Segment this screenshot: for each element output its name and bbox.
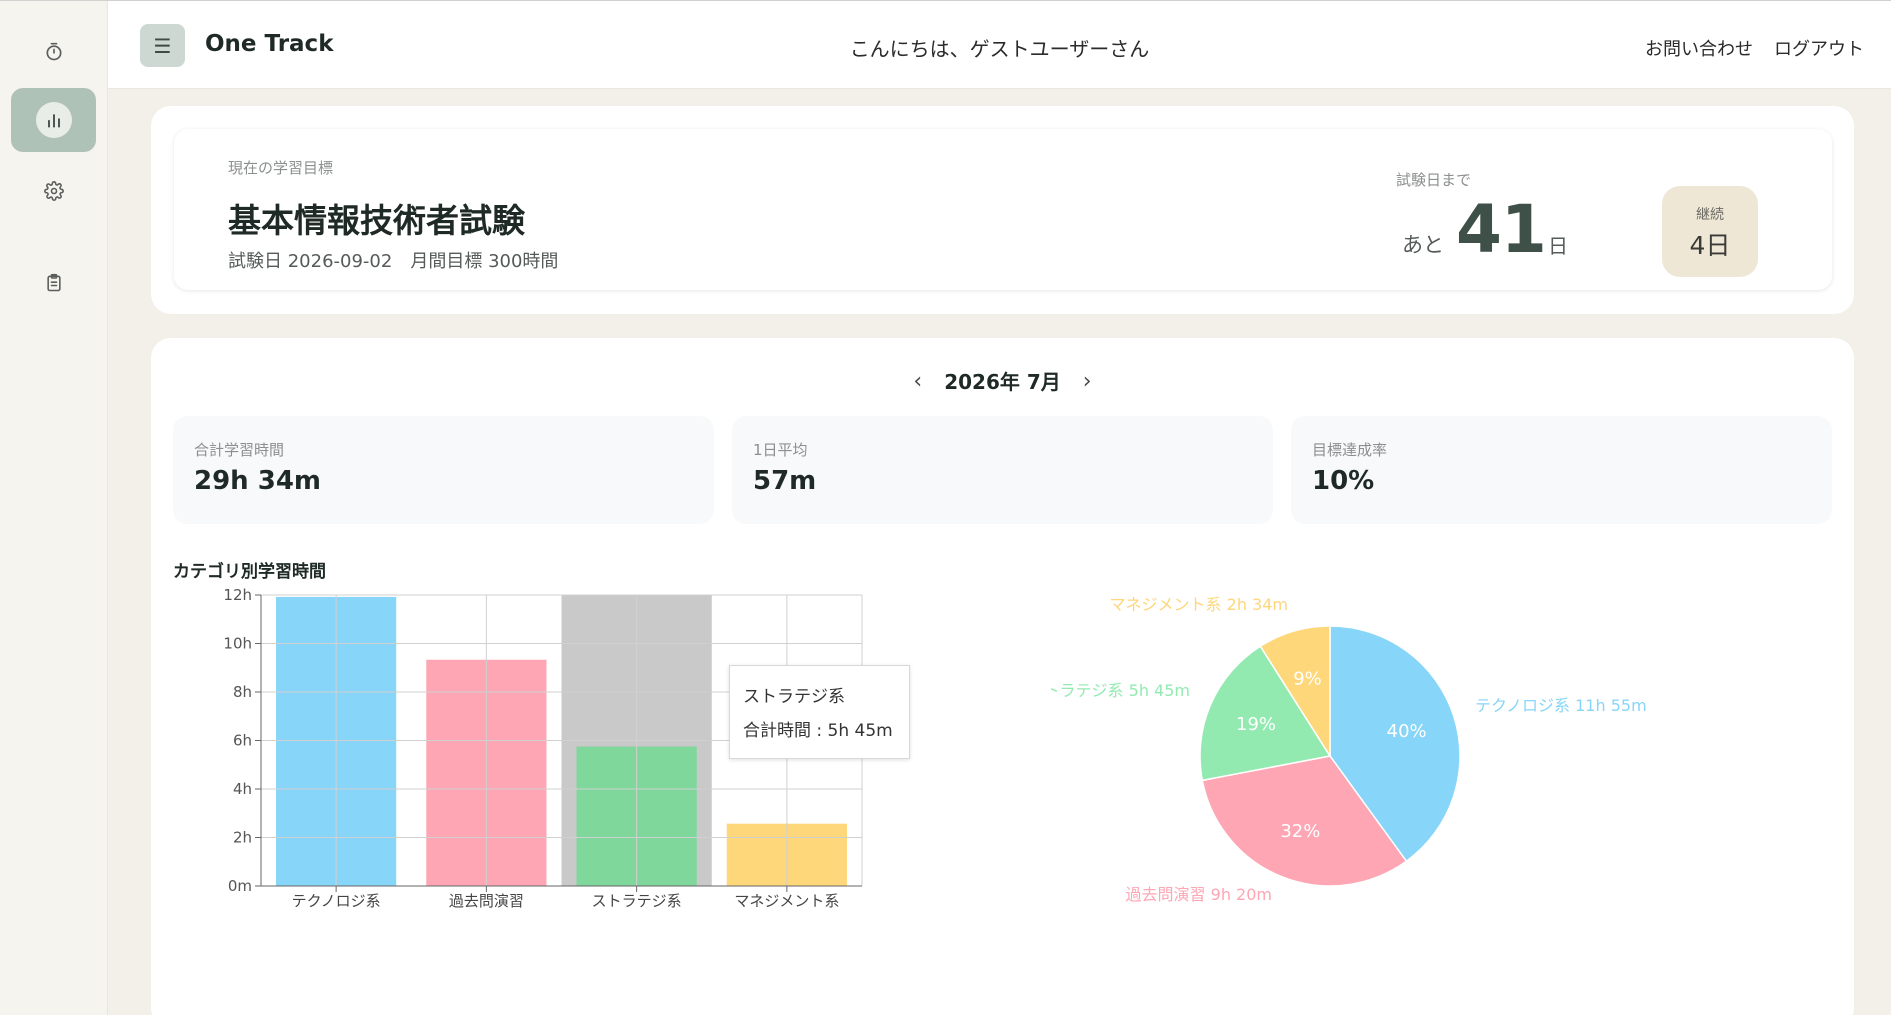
gear-icon	[43, 181, 64, 201]
next-month-icon[interactable]: ›	[1083, 369, 1092, 394]
logout-link[interactable]: ログアウト	[1774, 35, 1864, 61]
stat-value: 29h 34m	[194, 466, 322, 496]
slice-percent-label: 9%	[1293, 669, 1322, 690]
current-month: 2026年 7月	[944, 370, 1061, 394]
sidebar-item-stats[interactable]	[11, 88, 96, 152]
y-tick-label: 4h	[233, 780, 252, 798]
monthly-goal: 月間目標 300時間	[410, 251, 559, 272]
x-tick-label: テクノロジ系	[292, 892, 381, 910]
month-navigator: ‹ 2026年 7月 ›	[151, 366, 1854, 395]
sidebar-item-timer[interactable]	[11, 20, 96, 84]
prev-month-icon[interactable]: ‹	[913, 369, 922, 394]
sidebar-item-settings[interactable]	[11, 159, 96, 223]
streak-label: 継続	[1696, 207, 1724, 223]
exam-date: 試験日 2026-09-02	[228, 251, 393, 272]
goal-title: 基本情報技術者試験	[228, 201, 525, 240]
category-chart-title: カテゴリ別学習時間	[173, 562, 326, 582]
y-tick-label: 12h	[223, 588, 252, 604]
contact-link[interactable]: お問い合わせ	[1645, 35, 1753, 61]
streak-value: 4日	[1689, 231, 1731, 260]
countdown-days: 41	[1456, 191, 1547, 268]
countdown-unit: 日	[1548, 234, 1568, 258]
tooltip-body: 合計時間 : 5h 45m	[743, 721, 893, 741]
stat-label: 目標達成率	[1312, 441, 1388, 459]
goal-details: 試験日 2026-09-02 月間目標 300時間	[228, 247, 558, 273]
slice-category-label: ストラテジ系 5h 45m	[1051, 681, 1190, 700]
stat-value: 10%	[1312, 466, 1375, 496]
bar-chart-icon	[35, 102, 72, 138]
countdown-prefix: あと	[1402, 233, 1444, 257]
y-tick-label: 6h	[233, 732, 252, 750]
streak-badge: 継続 4日	[1662, 186, 1758, 277]
goal-panel: 現在の学習目標 基本情報技術者試験 試験日 2026-09-02 月間目標 300…	[174, 129, 1832, 290]
sidebar	[0, 1, 108, 1015]
slice-percent-label: 32%	[1280, 821, 1320, 842]
stat-label: 1日平均	[753, 441, 808, 459]
y-tick-label: 8h	[233, 683, 252, 701]
countdown-label: 試験日まで	[1396, 171, 1472, 189]
greeting-text: こんにちは、ゲストユーザーさん	[849, 37, 1150, 61]
slice-category-label: マネジメント系 2h 34m	[1110, 595, 1288, 614]
top-header: ☰ One Track こんにちは、ゲストユーザーさん お問い合わせ ログアウト	[108, 1, 1891, 89]
goal-label: 現在の学習目標	[228, 159, 334, 177]
sidebar-item-records[interactable]	[11, 251, 96, 315]
category-pie-chart[interactable]: 40% テクノロジ系 11h 55m 32% 過去問演習 9h 20m 19% ストラテジ…	[1051, 588, 1831, 1015]
stat-value: 57m	[753, 466, 817, 496]
x-tick-label: 過去問演習	[449, 892, 524, 910]
app-title: One Track	[205, 31, 334, 57]
slice-category-label: テクノロジ系 11h 55m	[1475, 696, 1647, 715]
clipboard-icon	[44, 273, 64, 293]
x-tick-label: マネジメント系	[734, 892, 839, 910]
chart-tooltip: ストラテジ系 合計時間 : 5h 45m	[729, 665, 910, 759]
stat-label: 合計学習時間	[194, 441, 285, 459]
timer-icon	[44, 42, 64, 62]
menu-button[interactable]: ☰	[140, 24, 185, 67]
y-tick-label: 10h	[223, 635, 252, 653]
x-tick-label: ストラテジ系	[592, 892, 682, 910]
stat-total-time: 合計学習時間 29h 34m	[173, 416, 714, 524]
tooltip-title: ストラテジ系	[743, 687, 845, 707]
stat-daily-average: 1日平均 57m	[732, 416, 1273, 524]
slice-percent-label: 40%	[1387, 721, 1427, 742]
slice-percent-label: 19%	[1236, 714, 1276, 735]
y-tick-label: 2h	[233, 829, 252, 847]
hamburger-icon: ☰	[153, 33, 172, 58]
goal-card: 現在の学習目標 基本情報技術者試験 試験日 2026-09-02 月間目標 300…	[151, 106, 1854, 314]
stats-card: ‹ 2026年 7月 › 合計学習時間 29h 34m 1日平均 57m 目標達成率…	[151, 338, 1854, 1015]
slice-category-label: 過去問演習 9h 20m	[1126, 885, 1272, 904]
category-bar-chart[interactable]: 0m2h4h6h8h10h12hテクノロジ系 過去問演習 ストラテジ系 マネジメント系	[173, 588, 1003, 1015]
stat-goal-rate: 目標達成率 10%	[1291, 416, 1832, 524]
y-tick-label: 0m	[228, 877, 252, 895]
